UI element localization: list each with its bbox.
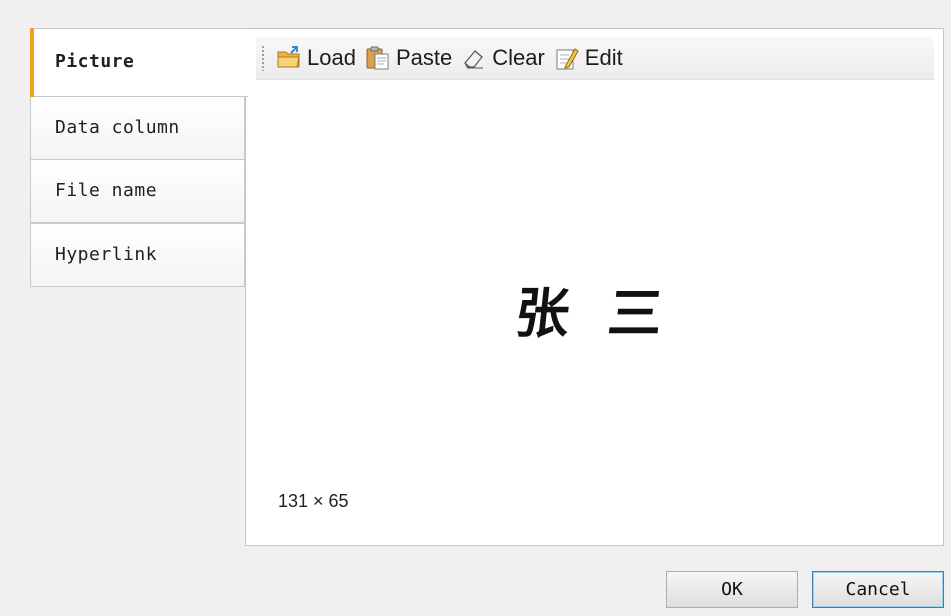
folder-open-icon: [276, 45, 302, 71]
edit-pencil-icon: [554, 45, 580, 71]
edit-button-label: Edit: [584, 45, 623, 70]
signature-preview-image: 张 三: [512, 281, 676, 345]
tab-picture[interactable]: Picture: [30, 28, 248, 97]
tab-hyperlink[interactable]: Hyperlink: [30, 223, 245, 287]
clear-button-label: Clear: [492, 45, 545, 70]
cancel-button-label: Cancel: [845, 579, 911, 600]
toolbar-grip[interactable]: [261, 45, 265, 71]
load-button-label: Load: [307, 45, 356, 70]
picture-toolbar: Load Paste Clear Edit: [256, 37, 934, 80]
eraser-icon: [461, 45, 487, 71]
paste-button[interactable]: Paste: [362, 41, 458, 75]
edit-button[interactable]: Edit: [551, 41, 629, 75]
clipboard-paste-icon: [365, 45, 391, 71]
ok-button-label: OK: [721, 579, 743, 600]
tab-picture-label: Picture: [55, 51, 135, 72]
tab-file-name[interactable]: File name: [30, 159, 245, 223]
image-size-label: 131 × 65: [278, 491, 349, 511]
tab-hyperlink-label: Hyperlink: [55, 244, 158, 265]
tab-data-column-label: Data column: [55, 117, 180, 138]
cancel-button[interactable]: Cancel: [812, 571, 944, 608]
paste-button-label: Paste: [395, 45, 453, 70]
ok-button[interactable]: OK: [666, 571, 798, 608]
tab-data-column[interactable]: Data column: [30, 96, 245, 160]
picture-panel: Load Paste Clear Edit 张 三 131 × 65: [245, 28, 944, 546]
clear-button[interactable]: Clear: [458, 41, 551, 75]
load-button[interactable]: Load: [273, 41, 362, 75]
picture-dialog: Picture Data column File name Hyperlink …: [0, 0, 951, 616]
tab-file-name-label: File name: [55, 180, 158, 201]
